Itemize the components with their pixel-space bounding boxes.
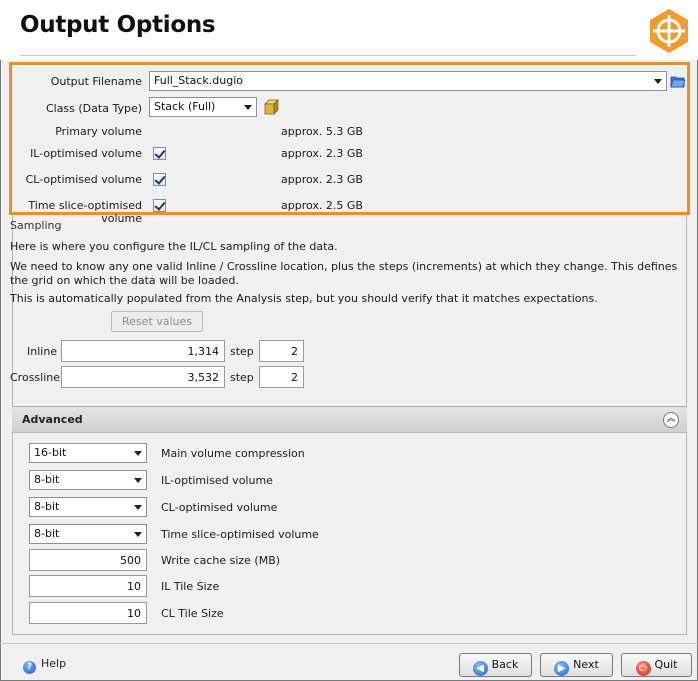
- primary-volume-size: approx. 5.3 GB: [281, 125, 363, 138]
- time-slice-compression-label: Time slice-optimised volume: [161, 528, 319, 541]
- cl-tile-size-label: CL Tile Size: [161, 607, 224, 620]
- time-slice-checkbox[interactable]: [153, 199, 166, 212]
- crossline-step-label: step: [230, 371, 254, 384]
- class-select[interactable]: Stack (Full): [149, 97, 257, 117]
- folder-open-icon[interactable]: [670, 74, 686, 88]
- il-tile-size-label: IL Tile Size: [161, 580, 220, 593]
- app-logo-icon: [650, 9, 688, 53]
- sampling-title: Sampling: [10, 219, 62, 232]
- time-slice-compression-select[interactable]: 8-bit: [29, 524, 147, 544]
- time-slice-compression-value: 8-bit: [34, 527, 60, 540]
- main-compression-select[interactable]: 16-bit: [29, 443, 147, 463]
- help-link[interactable]: ? Help: [23, 657, 66, 674]
- sampling-intro-text: Here is where you configure the IL/CL sa…: [10, 240, 338, 253]
- class-value: Stack (Full): [154, 100, 216, 113]
- chevron-down-icon: [134, 532, 142, 537]
- next-label: Next: [573, 658, 599, 671]
- inline-step-label: step: [230, 345, 254, 358]
- main-compression-value: 16-bit: [34, 446, 67, 459]
- chevron-down-icon: [134, 478, 142, 483]
- output-filename-label: Output Filename: [50, 75, 142, 88]
- volume-stack-icon[interactable]: [263, 99, 279, 115]
- reset-values-button[interactable]: Reset values: [111, 311, 203, 332]
- cl-compression-value: 8-bit: [34, 500, 60, 513]
- collapse-up-icon[interactable]: ︽: [663, 412, 679, 428]
- il-compression-value: 8-bit: [34, 473, 60, 486]
- il-compression-select[interactable]: 8-bit: [29, 470, 147, 490]
- il-tile-size-input[interactable]: 10: [29, 575, 147, 597]
- inline-input[interactable]: 1,314: [61, 340, 225, 362]
- write-cache-input[interactable]: 500: [29, 549, 147, 571]
- chevron-down-icon: [244, 105, 252, 110]
- cl-optimised-checkbox[interactable]: [153, 173, 166, 186]
- back-label: Back: [491, 658, 519, 671]
- help-label: Help: [41, 657, 67, 670]
- class-label: Class (Data Type): [45, 102, 142, 115]
- back-button[interactable]: ◀ Back: [459, 653, 532, 677]
- output-filename-value: Full_Stack.dugio: [154, 74, 243, 87]
- primary-volume-label: Primary volume: [55, 125, 142, 138]
- page-header: Output Options: [0, 0, 698, 60]
- section-border-bottom: [12, 634, 687, 635]
- back-arrow-icon: ◀: [472, 661, 488, 676]
- quit-label: Quit: [654, 658, 678, 671]
- chevron-down-icon: [134, 451, 142, 456]
- sampling-grid-text: We need to know any one valid Inline / C…: [10, 260, 678, 287]
- il-compression-label: IL-optimised volume: [161, 474, 273, 487]
- chevron-down-icon: [654, 79, 662, 84]
- sampling-auto-text: This is automatically populated from the…: [10, 292, 598, 305]
- crossline-label: Crossline: [10, 371, 61, 384]
- cl-tile-size-input[interactable]: 10: [29, 602, 147, 624]
- chevron-down-icon: [134, 505, 142, 510]
- next-button[interactable]: ▶ Next: [540, 653, 613, 677]
- next-arrow-icon: ▶: [554, 661, 570, 676]
- help-icon: ?: [23, 661, 36, 674]
- advanced-section-header[interactable]: Advanced ︽: [12, 406, 687, 433]
- quit-button[interactable]: ⏻ Quit: [621, 653, 692, 677]
- advanced-title: Advanced: [22, 413, 83, 426]
- il-optimised-volume-size: approx. 2.3 GB: [281, 147, 363, 160]
- cl-compression-select[interactable]: 8-bit: [29, 497, 147, 517]
- inline-step-input[interactable]: 2: [259, 340, 304, 362]
- output-filename-combo[interactable]: Full_Stack.dugio: [149, 71, 667, 91]
- il-optimised-volume-label: IL-optimised volume: [30, 147, 142, 160]
- main-compression-label: Main volume compression: [161, 447, 305, 460]
- crossline-input[interactable]: 3,532: [61, 366, 225, 388]
- time-slice-volume-size: approx. 2.5 GB: [281, 199, 363, 212]
- power-icon: ⏻: [635, 661, 651, 676]
- cl-optimised-volume-label: CL-optimised volume: [25, 173, 142, 186]
- header-divider: [20, 55, 636, 56]
- write-cache-label: Write cache size (MB): [161, 554, 281, 567]
- page-title: Output Options: [20, 12, 216, 38]
- cl-compression-label: CL-optimised volume: [161, 501, 278, 514]
- il-optimised-checkbox[interactable]: [153, 147, 166, 160]
- cl-optimised-volume-size: approx. 2.3 GB: [281, 173, 363, 186]
- inline-label: Inline: [27, 345, 58, 358]
- crossline-step-input[interactable]: 2: [259, 366, 304, 388]
- footer-divider: [0, 643, 698, 644]
